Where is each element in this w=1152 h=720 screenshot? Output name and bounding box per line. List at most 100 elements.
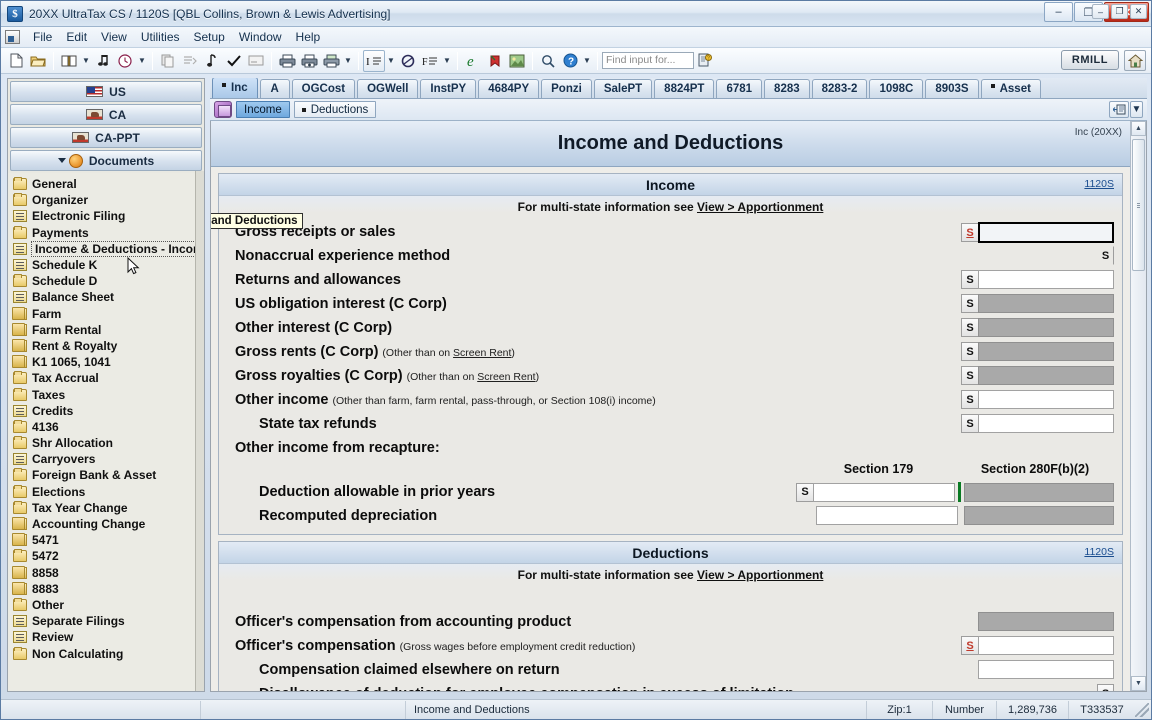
clock-icon[interactable]	[114, 50, 136, 72]
bookmark-icon[interactable]	[484, 50, 506, 72]
tree-item[interactable]: Farm	[12, 306, 204, 322]
menu-file[interactable]: File	[26, 28, 59, 46]
tree-item[interactable]: 4136	[12, 419, 204, 435]
internet-explorer-icon[interactable]: e	[462, 50, 484, 72]
print-dropdown-arrow-icon[interactable]: ▼	[1130, 101, 1143, 118]
form-tab-salept[interactable]: SalePT	[594, 79, 652, 98]
form-vertical-scrollbar[interactable]: ▲ ▼	[1130, 121, 1146, 691]
screen-book-icon[interactable]	[214, 101, 232, 118]
field-icon[interactable]	[245, 50, 267, 72]
scroll-down-arrow-icon[interactable]: ▼	[1131, 676, 1146, 691]
tree-item[interactable]: Tax Accrual	[12, 370, 204, 386]
new-document-icon[interactable]	[5, 50, 27, 72]
sidebar-tab-documents[interactable]: Documents	[10, 150, 202, 171]
amount-input[interactable]	[978, 636, 1114, 655]
paste-special-icon[interactable]	[179, 50, 201, 72]
amount-input[interactable]	[978, 270, 1114, 289]
sidebar-tab-us[interactable]: US	[10, 81, 202, 102]
form-tab-8824pt[interactable]: 8824PT	[654, 79, 714, 98]
tree-item[interactable]: Schedule K	[12, 257, 204, 273]
image-icon[interactable]	[506, 50, 528, 72]
form-tab-asset[interactable]: Asset	[981, 79, 1041, 98]
find-reference-icon[interactable]: ?	[694, 50, 716, 72]
copy-icon[interactable]	[157, 50, 179, 72]
apportionment-link[interactable]: View > Apportionment	[697, 200, 823, 214]
help-icon[interactable]: ?	[559, 50, 581, 72]
print-icon[interactable]	[276, 50, 298, 72]
form-tab-ogcost[interactable]: OGCost	[292, 79, 355, 98]
tree-item[interactable]: 8883	[12, 581, 204, 597]
home-icon[interactable]	[1124, 50, 1146, 71]
statement-button[interactable]: S	[961, 366, 978, 385]
amount-input[interactable]	[978, 414, 1114, 433]
scroll-up-arrow-icon[interactable]: ▲	[1131, 121, 1146, 136]
tab-income[interactable]: Income	[236, 101, 290, 118]
form-tab-inc[interactable]: Inc	[212, 78, 258, 98]
resize-grip-icon[interactable]	[1135, 703, 1149, 717]
menu-utilities[interactable]: Utilities	[134, 28, 187, 46]
statement-button[interactable]: S	[961, 223, 978, 242]
tree-item[interactable]: Carryovers	[12, 451, 204, 467]
form-tab-8903s[interactable]: 8903S	[925, 79, 978, 98]
scrollbar-thumb[interactable]	[1132, 139, 1145, 271]
tree-item[interactable]: Other	[12, 597, 204, 613]
amount-input[interactable]	[978, 390, 1114, 409]
tree-item[interactable]: 5471	[12, 532, 204, 548]
form-tab-instpy[interactable]: InstPY	[420, 79, 476, 98]
form-tab-1098c[interactable]: 1098C	[869, 79, 923, 98]
statement-button[interactable]: S	[961, 390, 978, 409]
print-preview-icon[interactable]	[298, 50, 320, 72]
system-menu-icon[interactable]	[5, 30, 20, 44]
menu-view[interactable]: View	[94, 28, 134, 46]
print-screen-icon[interactable]	[1109, 101, 1129, 118]
mdi-close-button[interactable]: ✕	[1130, 4, 1147, 19]
print-dropdown-arrow-icon[interactable]: ▼	[342, 50, 354, 72]
tree-item[interactable]: Tax Year Change	[12, 500, 204, 516]
search-input[interactable]: Find input for...	[602, 52, 694, 69]
format-f-icon[interactable]: F	[419, 50, 441, 72]
tree-item[interactable]: Elections	[12, 484, 204, 500]
book-icon[interactable]	[58, 50, 80, 72]
menu-edit[interactable]: Edit	[59, 28, 94, 46]
statement-button[interactable]: S	[1097, 246, 1114, 265]
tree-item[interactable]: 5472	[12, 548, 204, 564]
menu-help[interactable]: Help	[289, 28, 328, 46]
open-folder-icon[interactable]	[27, 50, 49, 72]
clock-dropdown-arrow-icon[interactable]: ▼	[136, 50, 148, 72]
section-form-link[interactable]: 1120S	[1084, 178, 1114, 190]
form-tab-4684py[interactable]: 4684PY	[478, 79, 539, 98]
amount-input[interactable]	[978, 660, 1114, 679]
tree-item[interactable]: K1 1065, 1041	[12, 354, 204, 370]
section179-input[interactable]	[813, 483, 955, 502]
statement-button[interactable]: S	[961, 636, 978, 655]
tab-deductions[interactable]: Deductions	[294, 101, 377, 118]
form-tab-8283[interactable]: 8283	[764, 79, 810, 98]
screen-rent-link[interactable]: Screen Rent	[477, 371, 535, 383]
menu-window[interactable]: Window	[232, 28, 289, 46]
tree-item[interactable]: General	[12, 176, 204, 192]
tree-item[interactable]: Separate Filings	[12, 613, 204, 629]
tree-item[interactable]: Income & Deductions - Income and Deducti…	[12, 241, 204, 257]
zoom-icon[interactable]	[537, 50, 559, 72]
print-alt-icon[interactable]	[320, 50, 342, 72]
spellcheck-icon[interactable]	[397, 50, 419, 72]
book-dropdown-arrow-icon[interactable]: ▼	[80, 50, 92, 72]
statement-button[interactable]: S	[961, 342, 978, 361]
form-tab-6781[interactable]: 6781	[716, 79, 762, 98]
single-note-icon[interactable]	[201, 50, 223, 72]
sidebar-tab-ca-ppt[interactable]: CA-PPT	[10, 127, 202, 148]
tree-item[interactable]: Organizer	[12, 192, 204, 208]
section-form-link[interactable]: 1120S	[1084, 546, 1114, 558]
tree-item[interactable]: Accounting Change	[12, 516, 204, 532]
form-tab-a[interactable]: A	[260, 79, 290, 98]
form-tab-ogwell[interactable]: OGWell	[357, 79, 418, 98]
text-format-icon[interactable]: I	[363, 50, 385, 72]
tree-item[interactable]: Farm Rental	[12, 322, 204, 338]
tree-item[interactable]: Non Calculating	[12, 645, 204, 661]
section179-input-2[interactable]	[816, 506, 958, 525]
menu-setup[interactable]: Setup	[187, 28, 232, 46]
tree-item[interactable]: Shr Allocation	[12, 435, 204, 451]
text-format-dropdown-arrow-icon[interactable]: ▼	[385, 50, 397, 72]
form-tab-ponzi[interactable]: Ponzi	[541, 79, 592, 98]
tree-item[interactable]: Review	[12, 629, 204, 645]
